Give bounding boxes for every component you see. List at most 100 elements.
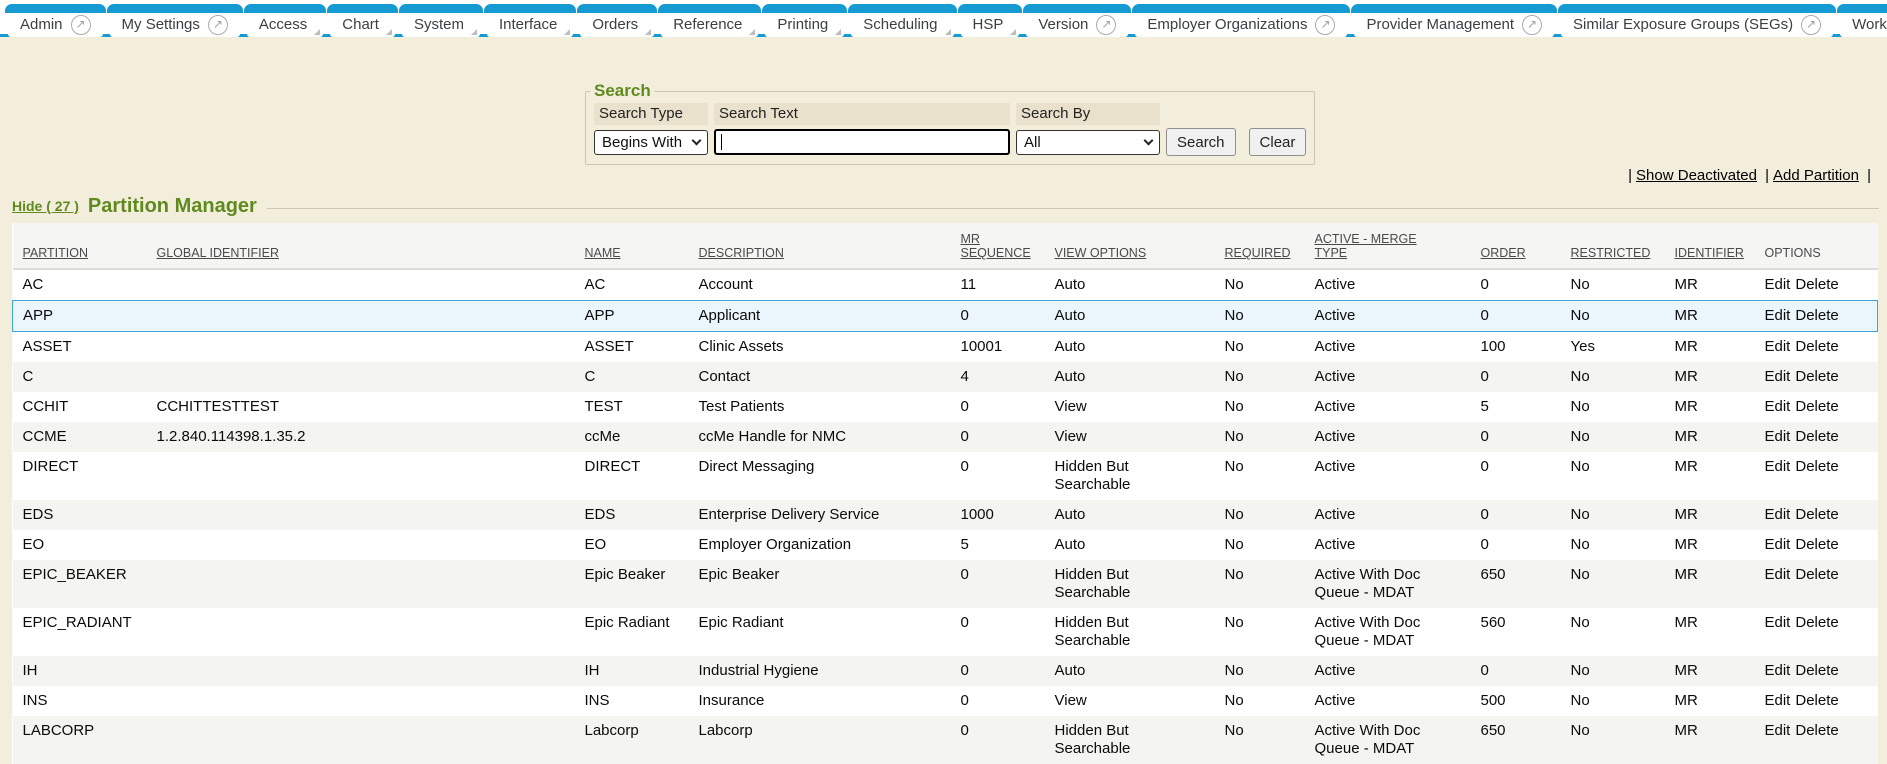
cell-options: EditDelete [1755,452,1878,500]
edit-link[interactable]: Edit [1765,368,1791,385]
cell-mr-sequence: 5 [951,530,1045,560]
delete-link[interactable]: Delete [1795,692,1838,709]
tab-similar-exposure-groups-segs[interactable]: Similar Exposure Groups (SEGs)↗ [1561,4,1833,37]
edit-link[interactable]: Edit [1765,614,1791,631]
column-header-order[interactable]: ORDER [1471,223,1561,269]
search-button[interactable]: Search [1166,128,1236,156]
column-header-global-identifier[interactable]: GLOBAL IDENTIFIER [147,223,575,269]
column-header-name[interactable]: NAME [575,223,689,269]
cell-name: DIRECT [575,452,689,500]
delete-link[interactable]: Delete [1795,428,1838,445]
tab-label: Reference [673,16,742,33]
clear-button[interactable]: Clear [1249,128,1307,156]
dropdown-corner-icon [749,29,755,35]
cell-identifier: MR [1665,301,1755,332]
external-link-icon: ↗ [71,15,91,35]
tab-system[interactable]: System [402,4,480,37]
tab-reference[interactable]: Reference [661,4,758,37]
column-header-restricted[interactable]: RESTRICTED [1561,223,1665,269]
column-header-partition[interactable]: PARTITION [13,223,147,269]
delete-link[interactable]: Delete [1795,506,1838,523]
edit-link[interactable]: Edit [1765,398,1791,415]
search-text-input[interactable] [714,129,1010,155]
cell-active-merge-type: Active [1305,301,1471,332]
tab-body: Scheduling [851,13,953,37]
column-header-required[interactable]: REQUIRED [1215,223,1305,269]
delete-link[interactable]: Delete [1795,458,1838,475]
tab-label: Interface [499,16,557,33]
delete-link[interactable]: Delete [1795,307,1838,324]
delete-link[interactable]: Delete [1795,566,1838,583]
cell-mr-sequence: 0 [951,392,1045,422]
delete-link[interactable]: Delete [1795,338,1838,355]
external-link-icon: ↗ [1096,15,1116,35]
edit-link[interactable]: Edit [1765,692,1791,709]
cell-required: No [1215,608,1305,656]
cell-partition: EO [13,530,147,560]
tab-top-accent [327,4,398,13]
cell-mr-sequence: 1000 [951,500,1045,530]
delete-link[interactable]: Delete [1795,276,1838,293]
delete-link[interactable]: Delete [1795,662,1838,679]
delete-link[interactable]: Delete [1795,614,1838,631]
text-caret [721,134,722,150]
edit-link[interactable]: Edit [1765,458,1791,475]
column-header-mr-sequence[interactable]: MRSEQUENCE [951,223,1045,269]
edit-link[interactable]: Edit [1765,428,1791,445]
cell-identifier: MR [1665,656,1755,686]
cell-description: Insurance [689,686,951,716]
cell-required: No [1215,656,1305,686]
delete-link[interactable]: Delete [1795,368,1838,385]
tab-interface[interactable]: Interface [487,4,573,37]
column-header-identifier[interactable]: IDENTIFIER [1665,223,1755,269]
add-partition-link[interactable]: Add Partition [1773,167,1859,184]
cell-options: EditDelete [1755,362,1878,392]
tab-access[interactable]: Access [247,4,323,37]
edit-link[interactable]: Edit [1765,722,1791,739]
tab-orders[interactable]: Orders [580,4,654,37]
tab-top-accent [762,4,847,13]
partition-manager-header: Hide ( 27 ) Partition Manager [12,193,1887,219]
edit-link[interactable]: Edit [1765,662,1791,679]
edit-link[interactable]: Edit [1765,566,1791,583]
cell-order: 0 [1471,301,1561,332]
tab-label: Work Locations [1852,16,1887,33]
tab-provider-management[interactable]: Provider Management↗ [1354,4,1554,37]
tab-label: Orders [592,16,638,33]
search-by-selected-value: All [1024,134,1041,151]
cell-partition: EPIC_BEAKER [13,560,147,608]
delete-link[interactable]: Delete [1795,536,1838,553]
tab-hsp[interactable]: HSP [961,4,1020,37]
cell-partition: EPIC_RADIANT [13,608,147,656]
column-header-active-merge-type[interactable]: ACTIVE - MERGETYPE [1305,223,1471,269]
edit-link[interactable]: Edit [1765,536,1791,553]
table-row: EDSEDSEnterprise Delivery Service1000Aut… [13,500,1878,530]
column-header-description[interactable]: DESCRIPTION [689,223,951,269]
external-link-icon: ↗ [1315,15,1335,35]
tab-printing[interactable]: Printing [765,4,844,37]
hide-count-link[interactable]: Hide ( 27 ) [12,198,79,214]
delete-link[interactable]: Delete [1795,398,1838,415]
tab-chart[interactable]: Chart [330,4,395,37]
cell-view-options: Hidden But Searchable [1045,452,1215,500]
edit-link[interactable]: Edit [1765,276,1791,293]
edit-link[interactable]: Edit [1765,307,1791,324]
show-deactivated-link[interactable]: Show Deactivated [1636,167,1757,184]
tab-scheduling[interactable]: Scheduling [851,4,953,37]
search-type-select[interactable]: Begins With [594,130,708,155]
cell-order: 560 [1471,608,1561,656]
tab-my-settings[interactable]: My Settings↗ [110,4,240,37]
tab-admin[interactable]: Admin↗ [8,4,103,37]
search-by-select[interactable]: All [1016,130,1160,155]
tab-work-locations[interactable]: Work Locations↗ [1840,4,1887,37]
edit-link[interactable]: Edit [1765,338,1791,355]
cell-order: 5 [1471,392,1561,422]
column-header-line: MR [961,232,1037,246]
edit-link[interactable]: Edit [1765,506,1791,523]
column-header-view-options[interactable]: VIEW OPTIONS [1045,223,1215,269]
cell-identifier: MR [1665,560,1755,608]
tab-employer-organizations[interactable]: Employer Organizations↗ [1135,4,1347,37]
delete-link[interactable]: Delete [1795,722,1838,739]
tab-body: Access [247,13,323,37]
tab-version[interactable]: Version↗ [1026,4,1128,37]
